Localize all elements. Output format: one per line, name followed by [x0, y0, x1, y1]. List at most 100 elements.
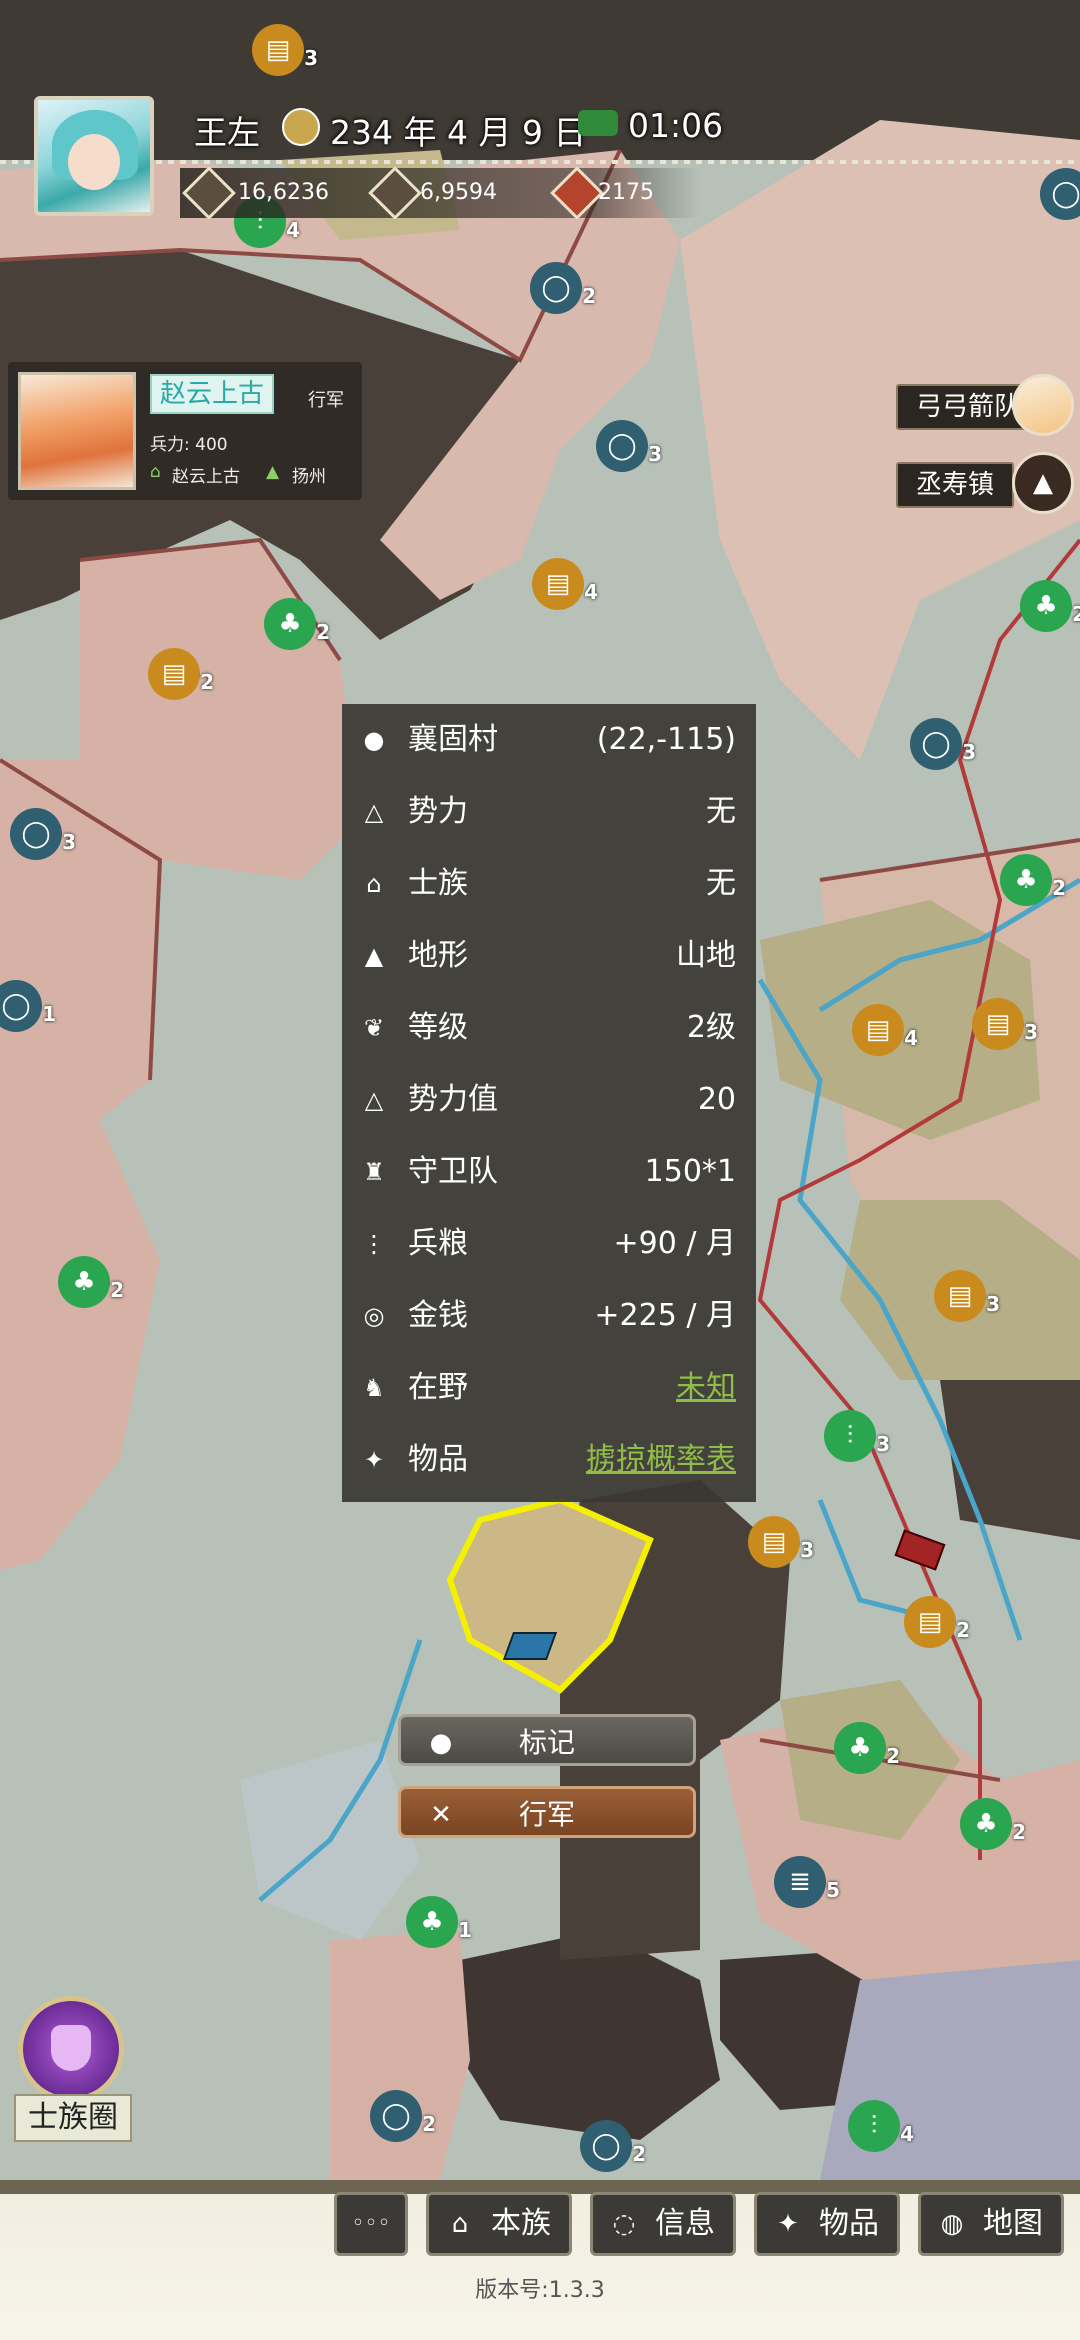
- marker-count: 3: [1024, 1020, 1038, 1044]
- item-icon: ✦: [777, 2209, 799, 2239]
- info-row-faction: △ 势力 无: [342, 776, 756, 848]
- tree-resource-marker[interactable]: ♣ 1: [406, 1896, 472, 1948]
- grain-icon: [368, 166, 422, 220]
- stone-resource-marker[interactable]: ◯2: [580, 2120, 646, 2172]
- marker-count: 4: [900, 2122, 914, 2146]
- tab-messages[interactable]: ◌ 信息: [590, 2192, 736, 2256]
- coins-resource-marker[interactable]: ≣ 5: [774, 1856, 840, 1908]
- info-row-guard: ♜ 守卫队 150*1: [342, 1136, 756, 1208]
- book-resource-marker[interactable]: ▤ 4: [852, 1004, 918, 1056]
- marker-count: 2: [1012, 1820, 1026, 1844]
- clan-circle-label[interactable]: 士族圈: [14, 2094, 132, 2142]
- calendar-icon: [282, 108, 320, 146]
- mountain-icon[interactable]: ▲: [1012, 452, 1074, 514]
- tree-resource-marker[interactable]: ♣ 2: [834, 1722, 900, 1774]
- stone-resource-marker[interactable]: ◯ 3: [596, 420, 662, 472]
- info-label: 在野: [408, 1370, 468, 1405]
- leader-icon: ⌂: [150, 462, 161, 482]
- marker-count: 2: [632, 2142, 646, 2166]
- info-value: +90 / 月: [613, 1226, 737, 1261]
- clan-icon: ⌂: [366, 870, 382, 898]
- general-troops: 兵力: 400: [150, 435, 228, 455]
- book-resource-marker[interactable]: ▤ 2: [904, 1596, 970, 1648]
- player-avatar[interactable]: [34, 96, 154, 216]
- tree-resource-marker[interactable]: ♣ 2: [264, 598, 330, 650]
- book-resource-marker[interactable]: ▤ 4: [532, 558, 598, 610]
- guard-icon: ♜: [363, 1158, 385, 1186]
- tab-clan[interactable]: ⌂ 本族: [426, 2192, 572, 2256]
- info-label: 士族: [408, 866, 468, 901]
- info-value: 无: [706, 866, 736, 901]
- bamboo-resource-marker[interactable]: ⫶ 3: [824, 1410, 890, 1462]
- clan-emblem-icon: [51, 2025, 91, 2071]
- general-leader: 赵云上古: [172, 467, 240, 487]
- game-time: 01:06: [628, 106, 724, 145]
- info-value: 山地: [676, 938, 736, 973]
- march-button[interactable]: ✕ 行军: [398, 1786, 696, 1838]
- marker-count: 1: [458, 1918, 472, 1942]
- general-action: 行军: [308, 390, 344, 411]
- tree-resource-marker[interactable]: ♣ 2: [1000, 854, 1066, 906]
- item-icon: ✦: [363, 1446, 385, 1474]
- tile-coordinates: (22,-115): [596, 722, 736, 757]
- tab-map[interactable]: ◍ 地图: [918, 2192, 1064, 2256]
- marker-count: 3: [800, 1538, 814, 1562]
- grain-icon: ⋮: [362, 1230, 386, 1258]
- tree-resource-marker[interactable]: ♣ 2: [58, 1256, 124, 1308]
- info-row-clan: ⌂ 士族 无: [342, 848, 756, 920]
- info-label: 地形: [408, 938, 468, 973]
- stone-resource-marker[interactable]: ◯ 3: [910, 718, 976, 770]
- rank-icon: ❦: [363, 1014, 385, 1042]
- stone-resource-marker[interactable]: ◯ 3: [10, 808, 76, 860]
- marker-count: 2: [1072, 602, 1080, 626]
- info-row-wild: ♞ 在野 未知: [342, 1352, 756, 1424]
- marker-count: 2: [200, 670, 214, 694]
- marker-count: 3: [648, 442, 662, 466]
- marker-count: 2: [1052, 876, 1066, 900]
- book-resource-marker[interactable]: ▤ 2: [148, 648, 214, 700]
- mark-button[interactable]: ● 标记: [398, 1714, 696, 1766]
- more-button[interactable]: ◦◦◦: [334, 2192, 408, 2256]
- tab-items[interactable]: ✦ 物品: [754, 2192, 900, 2256]
- mark-button-label: 标记: [518, 1726, 575, 1759]
- marker-count: 4: [584, 580, 598, 604]
- march-button-label: 行军: [518, 1798, 575, 1831]
- stone-resource-marker[interactable]: ◯2: [530, 262, 596, 314]
- town-label[interactable]: 丞寿镇: [896, 462, 1015, 508]
- marker-count: 4: [904, 1026, 918, 1050]
- portrait-icon[interactable]: [1012, 374, 1074, 436]
- resource-bar: 16,6236 6,9594 2175: [180, 166, 700, 220]
- clock-icon: [578, 110, 618, 136]
- tile-name: 襄固村: [408, 722, 498, 757]
- marker-count: 2: [422, 2112, 436, 2136]
- version-label: 版本号:1.3.3: [475, 2278, 605, 2303]
- book-resource-marker[interactable]: ▤ 3: [972, 998, 1038, 1050]
- info-label: 守卫队: [408, 1154, 498, 1189]
- marker-count: 2: [956, 1618, 970, 1642]
- general-name: 赵云上古: [150, 374, 275, 414]
- wild-unknown-link[interactable]: 未知: [676, 1368, 736, 1408]
- clan-icon: ⌂: [451, 2209, 469, 2239]
- clan-circle-button[interactable]: [18, 1996, 124, 2102]
- info-value: 150*1: [644, 1154, 736, 1189]
- tab-map-label: 地图: [983, 2206, 1043, 2241]
- loot-table-link[interactable]: 掳掠概率表: [586, 1440, 736, 1480]
- location-pin-icon: ●: [363, 726, 385, 754]
- bamboo-resource-marker[interactable]: ⫶ 4: [848, 2100, 914, 2152]
- marker-count: 2: [582, 284, 596, 308]
- location-icon: ▲: [266, 462, 280, 482]
- marker-count: 3: [962, 740, 976, 764]
- stone-resource-marker[interactable]: ◯2: [370, 2090, 436, 2142]
- tree-resource-marker[interactable]: ♣ 2: [960, 1798, 1026, 1850]
- marker-count: 3: [876, 1432, 890, 1456]
- general-card[interactable]: 赵云上古 行军 兵力: 400 ⌂ 赵云上古 ▲ 扬州: [8, 362, 362, 500]
- resource-silver: 16,6236: [238, 180, 329, 205]
- marker-count: 3: [986, 1292, 1000, 1316]
- book-resource-marker[interactable]: ▤ 3: [934, 1270, 1000, 1322]
- info-label: 金钱: [408, 1298, 468, 1333]
- info-row-item: ✦ 物品 掳掠概率表: [342, 1424, 756, 1496]
- info-row-name: ● 襄固村 (22,-115): [342, 704, 756, 776]
- book-resource-marker[interactable]: ▤ 3: [748, 1516, 814, 1568]
- tree-resource-marker[interactable]: ♣ 2: [1020, 580, 1080, 632]
- info-row-grain: ⋮ 兵粮 +90 / 月: [342, 1208, 756, 1280]
